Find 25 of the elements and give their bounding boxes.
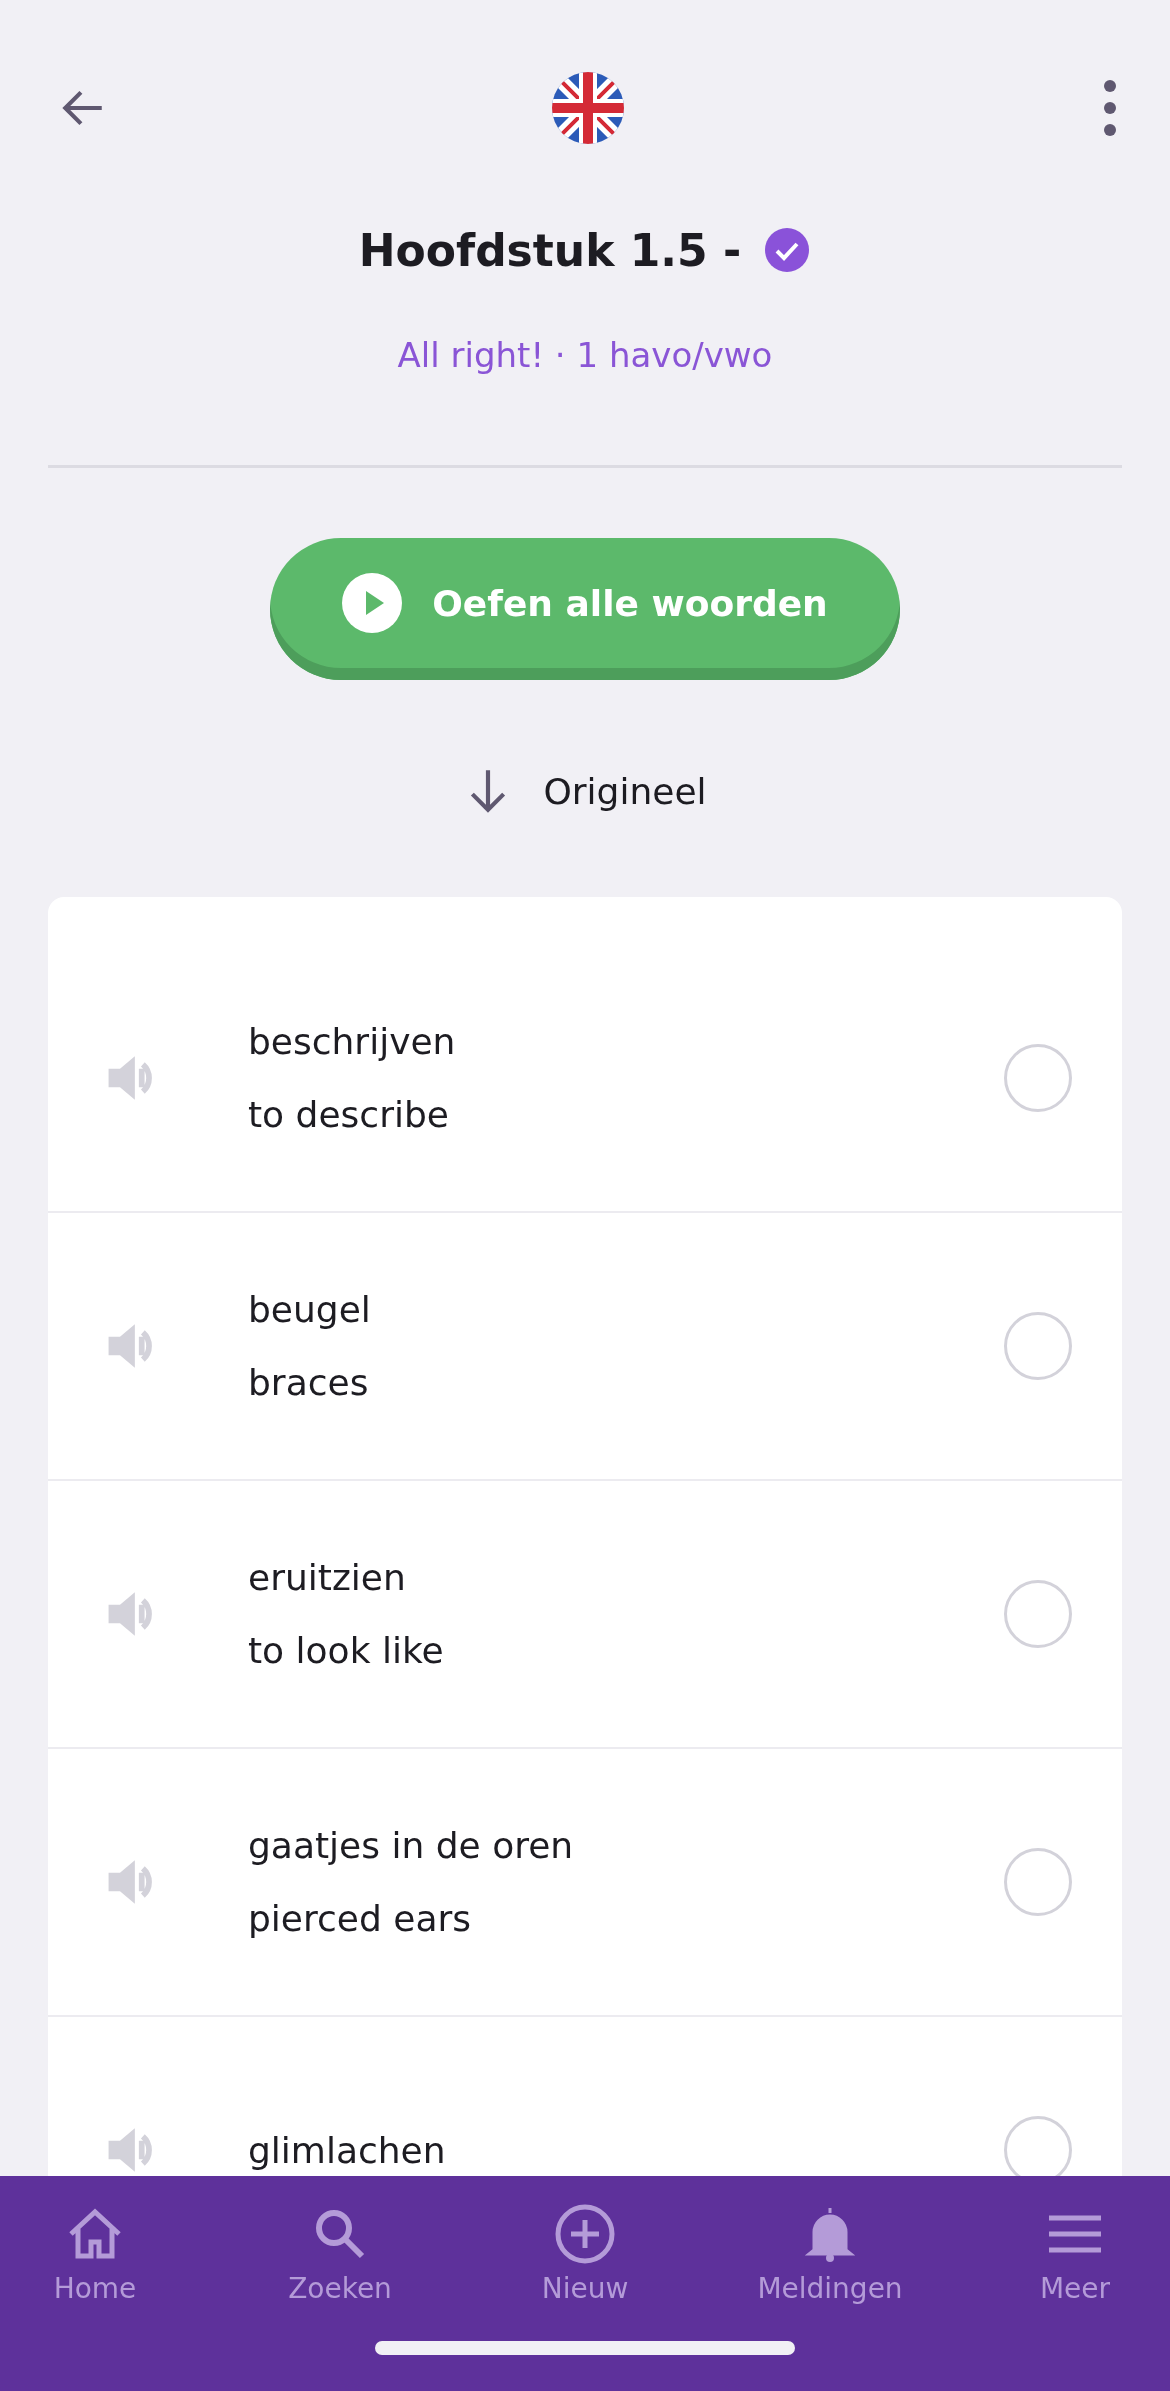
nav-tab[interactable]: Meer: [1000, 2204, 1150, 2305]
nav-tab[interactable]: Meldingen: [755, 2204, 905, 2305]
translation-text: pierced ears: [248, 1898, 472, 1939]
list-title: Hoofdstuk 1.5 -: [358, 224, 742, 276]
nav-tab[interactable]: Home: [20, 2204, 170, 2305]
translation-text: braces: [248, 1362, 370, 1403]
check-circle[interactable]: [1004, 1580, 1072, 1648]
word-text: beugel: [248, 1289, 372, 1330]
check-circle[interactable]: [1004, 1044, 1072, 1112]
word-text: gaatjes in de oren: [248, 1825, 575, 1866]
nav-tab[interactable]: Zoeken: [265, 2204, 415, 2305]
sort-label[interactable]: Origineel: [543, 770, 707, 812]
translation-text: to look like: [248, 1630, 445, 1671]
check-circle[interactable]: [1004, 1312, 1072, 1380]
more-options-icon[interactable]: [1102, 78, 1118, 138]
word-text: glimlachen: [248, 2129, 447, 2171]
list-subtitle: All right! · 1 havo/vwo: [396, 335, 774, 375]
translation-text: to describe: [248, 1094, 450, 1135]
add-icon: [555, 2204, 615, 2264]
word-text: beschrijven: [248, 1021, 457, 1062]
play-icon: [342, 573, 403, 633]
nav-tab[interactable]: Nieuw: [510, 2204, 660, 2305]
practice-button[interactable]: Oefen alle woorden: [270, 538, 900, 680]
check-circle[interactable]: [1004, 1848, 1072, 1916]
word-text: eruitzien: [248, 1557, 407, 1598]
